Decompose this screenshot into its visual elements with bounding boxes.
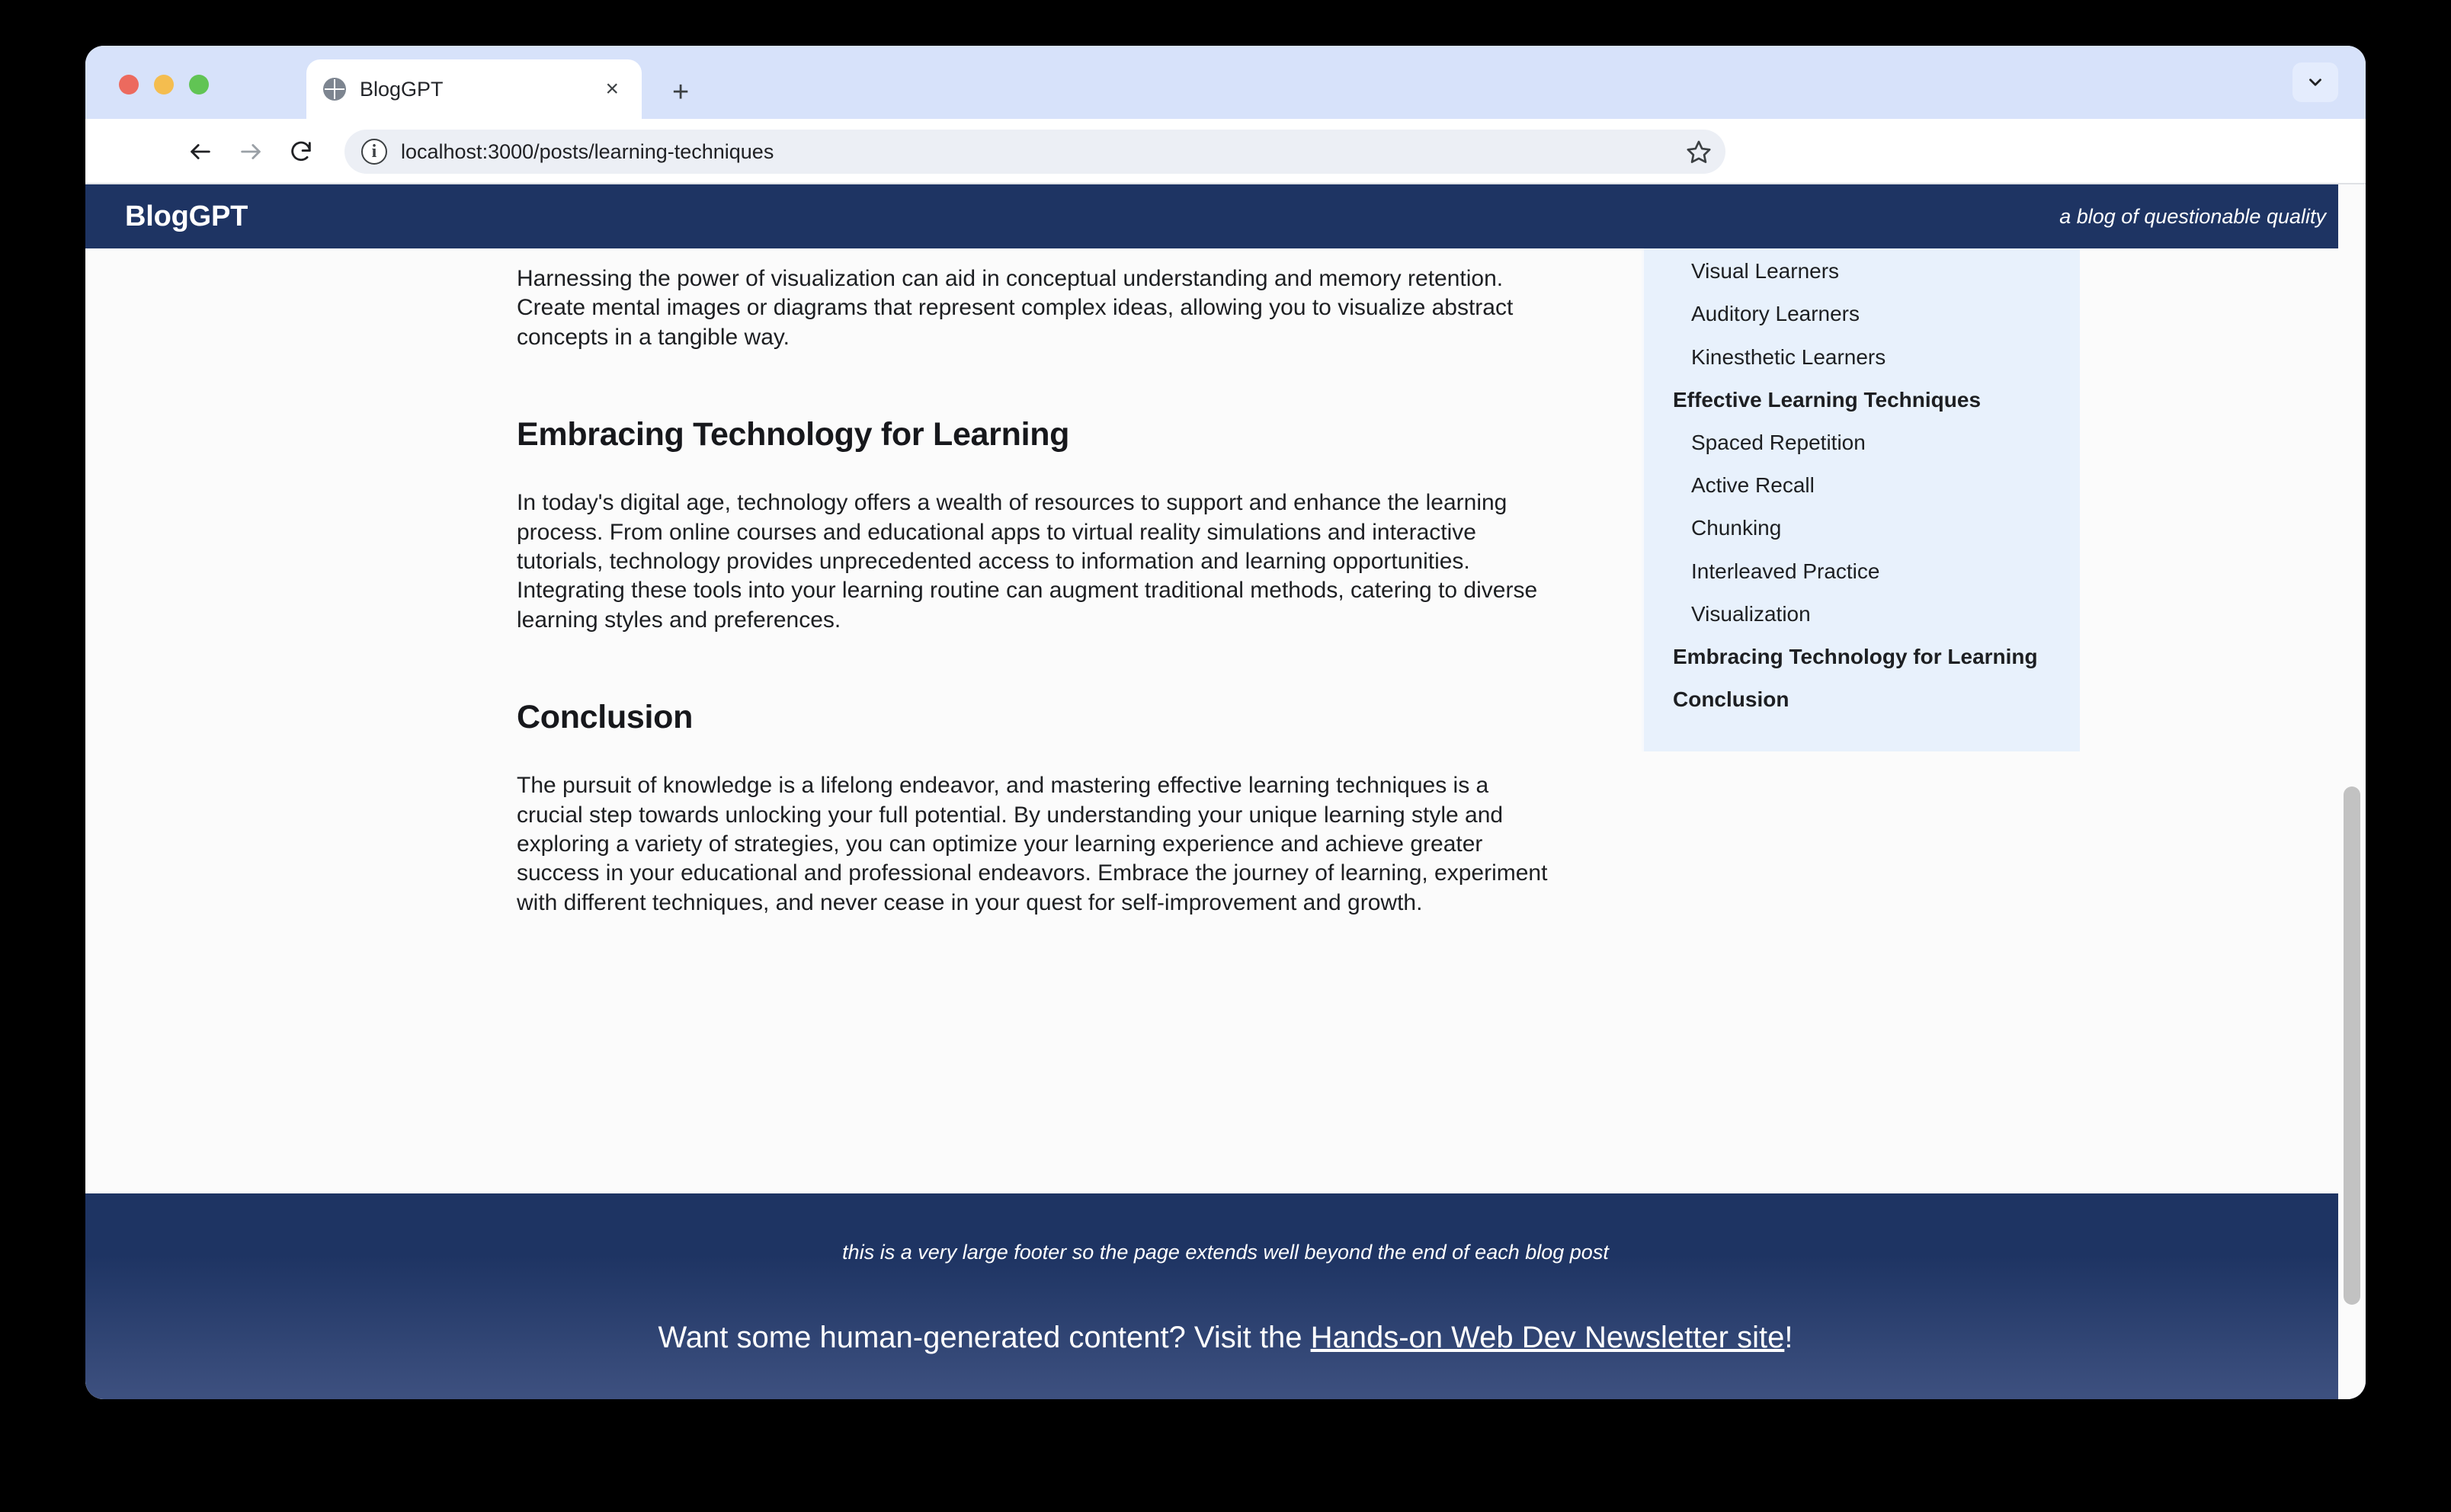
site-footer: this is a very large footer so the page …: [85, 1193, 2366, 1399]
footer-cta: Want some human-generated content? Visit…: [85, 1321, 2366, 1355]
site-logo[interactable]: BlogGPT: [125, 200, 248, 233]
browser-window: BlogGPT × + i localhost:3000/posts/learn…: [85, 46, 2366, 1399]
toc-item-visual-learners[interactable]: Visual Learners: [1644, 250, 2080, 293]
new-tab-button[interactable]: +: [672, 78, 689, 107]
toc-item-visualization[interactable]: Visualization: [1644, 593, 2080, 636]
site-header: BlogGPT a blog of questionable quality: [85, 184, 2366, 248]
info-circle-icon[interactable]: i: [361, 139, 387, 165]
section-body-visualization: Harnessing the power of visualization ca…: [517, 266, 1514, 350]
url-text: localhost:3000/posts/learning-techniques: [401, 139, 774, 163]
newsletter-link[interactable]: Hands-on Web Dev Newsletter site: [1311, 1321, 1785, 1354]
browser-tab-strip: BlogGPT × +: [85, 46, 2366, 119]
toc-item-auditory-learners[interactable]: Auditory Learners: [1644, 293, 2080, 335]
page-scrollbar-thumb[interactable]: [2344, 786, 2360, 1305]
browser-tab-title: BlogGPT: [360, 77, 444, 101]
section-heading-conclusion: Conclusion: [517, 699, 694, 736]
minimize-window-button[interactable]: [154, 75, 174, 94]
table-of-contents: Understanding Your Learning Style Visual…: [1642, 184, 2080, 752]
chevron-down-icon[interactable]: [2292, 62, 2338, 102]
toc-item-embracing-technology-for-learning[interactable]: Embracing Technology for Learning: [1644, 636, 2080, 678]
toc-item-spaced-repetition[interactable]: Spaced Repetition: [1644, 421, 2080, 464]
window-traffic-lights: [119, 75, 209, 94]
section-body-conclusion: The pursuit of knowledge is a lifelong e…: [517, 773, 1548, 915]
back-button[interactable]: [184, 136, 216, 168]
reload-icon[interactable]: [285, 136, 317, 168]
toc-item-effective-learning-techniques[interactable]: Effective Learning Techniques: [1644, 379, 2080, 421]
page-scrollbar-track[interactable]: [2338, 184, 2366, 1399]
page-content: Visualization Harnessing the power of vi…: [85, 184, 2366, 1399]
site-tagline: a blog of questionable quality: [2059, 204, 2326, 228]
globe-icon: [323, 78, 346, 101]
page-viewport: Visualization Harnessing the power of vi…: [85, 184, 2366, 1399]
section-heading-embracing-technology: Embracing Technology for Learning: [517, 416, 1070, 453]
toc-item-conclusion[interactable]: Conclusion: [1644, 678, 2080, 721]
close-icon[interactable]: ×: [599, 75, 625, 104]
browser-tab[interactable]: BlogGPT ×: [306, 59, 642, 119]
toc-item-chunking[interactable]: Chunking: [1644, 507, 2080, 549]
maximize-window-button[interactable]: [189, 75, 209, 94]
toc-item-active-recall[interactable]: Active Recall: [1644, 464, 2080, 507]
toc-item-interleaved-practice[interactable]: Interleaved Practice: [1644, 550, 2080, 593]
footer-note: this is a very large footer so the page …: [842, 1241, 1609, 1264]
browser-toolbar: i localhost:3000/posts/learning-techniqu…: [85, 119, 2366, 184]
article-content: Visualization Harnessing the power of vi…: [517, 192, 1561, 982]
footer-cta-suffix: !: [1784, 1321, 1793, 1354]
star-outline-icon[interactable]: [1686, 139, 1712, 165]
close-window-button[interactable]: [119, 75, 139, 94]
address-bar[interactable]: i localhost:3000/posts/learning-techniqu…: [344, 130, 1725, 174]
forward-button[interactable]: [235, 136, 267, 168]
toc-item-kinesthetic-learners[interactable]: Kinesthetic Learners: [1644, 336, 2080, 379]
section-body-embracing-technology: In today's digital age, technology offer…: [517, 490, 1538, 633]
footer-cta-prefix: Want some human-generated content? Visit…: [658, 1321, 1311, 1354]
